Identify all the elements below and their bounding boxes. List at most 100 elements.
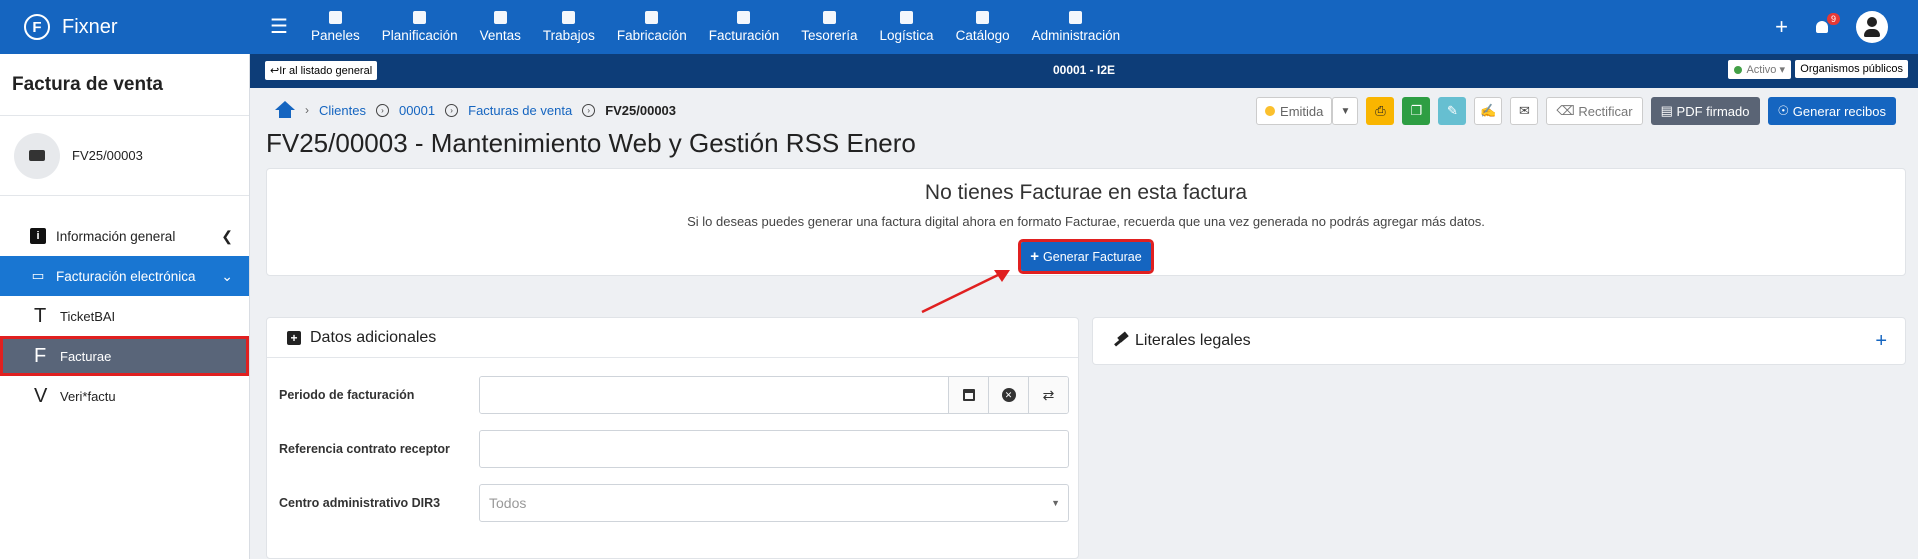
caret-down-icon: ▾ bbox=[1779, 64, 1785, 76]
calendar-icon bbox=[962, 389, 975, 401]
clear-button[interactable]: ✕ bbox=[988, 377, 1028, 413]
swap-button[interactable]: ⇄ bbox=[1028, 377, 1068, 413]
brand[interactable]: F Fixner bbox=[0, 0, 250, 54]
generar-facturae-button[interactable]: + Generar Facturae bbox=[1018, 239, 1154, 274]
organismos-publicos-button[interactable]: Organismos públicos bbox=[1795, 60, 1908, 78]
chevron-down-icon: ⌄ bbox=[221, 267, 233, 284]
envelope-icon: ✉ bbox=[1518, 103, 1530, 118]
add-literal-icon[interactable]: + bbox=[1875, 330, 1887, 353]
notification-badge: 9 bbox=[1826, 13, 1840, 25]
referencia-row: Referencia contrato receptor bbox=[279, 430, 1069, 468]
dir3-select[interactable]: Todos ▼ bbox=[479, 484, 1069, 522]
facturae-empty-card: No tienes Facturae en esta factura Si lo… bbox=[266, 168, 1906, 276]
invoice-status-button[interactable]: Emitida bbox=[1256, 97, 1333, 125]
caret-down-icon: ▼ bbox=[1051, 498, 1060, 508]
chevron-circle-icon: › bbox=[375, 103, 389, 117]
invoice-icon bbox=[737, 11, 751, 24]
rectificar-button[interactable]: ⌫ Rectificar bbox=[1546, 97, 1643, 125]
sidebar-item-facturacion-electronica[interactable]: ▭ Facturación electrónica ⌄ bbox=[0, 256, 249, 296]
chevron-circle-icon: › bbox=[582, 103, 596, 117]
annotation-arrow-icon bbox=[921, 270, 1010, 314]
nav-label: Paneles bbox=[311, 28, 360, 43]
chevron-right-icon: › bbox=[305, 103, 309, 117]
page-title: FV25/00003 - Mantenimiento Web y Gestión… bbox=[266, 128, 916, 158]
breadcrumb-facturas[interactable]: Facturas de venta bbox=[468, 103, 572, 118]
nav-item-tesoreria[interactable]: Tesorería bbox=[790, 0, 868, 54]
sidebar-subitem-verifactu[interactable]: V Veri*factu bbox=[0, 376, 249, 416]
nav-label: Facturación bbox=[708, 28, 780, 43]
print-icon: ⎙ bbox=[1375, 103, 1386, 118]
nav-item-logistica[interactable]: Logística bbox=[869, 0, 945, 54]
datos-adicionales-header[interactable]: + Datos adicionales bbox=[267, 318, 1078, 358]
folder-icon bbox=[562, 11, 576, 24]
main-nav: Paneles Planificación Ventas Trabajos Fa… bbox=[300, 0, 1131, 54]
nav-item-fabricacion[interactable]: Fabricación bbox=[606, 0, 698, 54]
nav-item-paneles[interactable]: Paneles bbox=[300, 0, 371, 54]
periodo-row: Periodo de facturación ✕ ⇄ bbox=[279, 376, 1069, 414]
nav-label: Logística bbox=[879, 28, 934, 43]
rectificar-label: Rectificar bbox=[1578, 103, 1633, 119]
sidebar-subitem-label: Veri*factu bbox=[60, 388, 116, 404]
fixner-logo-icon: F bbox=[24, 14, 50, 40]
status-caret-button[interactable]: ▼ bbox=[1332, 97, 1359, 125]
generar-facturae-label: Generar Facturae bbox=[1043, 249, 1142, 264]
nav-item-ventas[interactable]: Ventas bbox=[469, 0, 532, 54]
dir3-label: Centro administrativo DIR3 bbox=[279, 496, 441, 510]
sidebar-subitem-label: Facturae bbox=[60, 348, 112, 364]
doc-label: FV25/00003 bbox=[72, 148, 143, 163]
document-icon bbox=[14, 132, 60, 179]
referencia-label: Referencia contrato receptor bbox=[279, 442, 450, 456]
user-avatar[interactable] bbox=[1856, 11, 1888, 43]
referencia-input[interactable] bbox=[479, 430, 1069, 468]
nav-item-planificacion[interactable]: Planificación bbox=[371, 0, 469, 54]
top-bar: F Fixner ☰ Paneles Planificación Ventas … bbox=[0, 0, 1918, 54]
action-toolbar: Emitida ▼ ⎙ ❐ ✎ ✍ ✉ ⌫ Rectificar ▤ PDF f… bbox=[1256, 97, 1896, 125]
chevron-left-icon: ❮ bbox=[221, 227, 233, 244]
hamburger-menu-icon[interactable]: ☰ bbox=[270, 14, 288, 39]
email-button[interactable]: ✉ bbox=[1510, 97, 1539, 125]
datos-adicionales-card: + Datos adicionales Periodo de facturaci… bbox=[266, 317, 1079, 559]
nav-item-administracion[interactable]: Administración bbox=[1021, 0, 1132, 54]
generar-recibos-button[interactable]: ☉ Generar recibos bbox=[1767, 97, 1896, 125]
nav-label: Trabajos bbox=[542, 28, 595, 43]
breadcrumb-clientes[interactable]: Clientes bbox=[319, 103, 366, 118]
sidebar-doc: FV25/00003 bbox=[0, 116, 249, 196]
plus-icon[interactable]: + bbox=[1775, 14, 1788, 40]
copy-button[interactable]: ❐ bbox=[1402, 97, 1431, 125]
facturae-icon: F bbox=[34, 344, 47, 367]
edit-button[interactable]: ✎ bbox=[1438, 97, 1467, 125]
sidebar-subitem-ticketbai[interactable]: T TicketBAI bbox=[0, 296, 249, 336]
pdf-firmado-button[interactable]: ▤ PDF firmado bbox=[1650, 97, 1760, 125]
status-dropdown[interactable]: Activo ▾ bbox=[1728, 60, 1791, 79]
print-button[interactable]: ⎙ bbox=[1366, 97, 1395, 125]
bell-icon[interactable]: 9 bbox=[1814, 13, 1840, 35]
nav-item-catalogo[interactable]: Catálogo bbox=[945, 0, 1021, 54]
status-label: Emitida bbox=[1280, 103, 1324, 119]
pdf-label: PDF firmado bbox=[1676, 103, 1750, 119]
sidebar-list: i Información general ❮ ▭ Facturación el… bbox=[0, 196, 249, 416]
status-dot bbox=[1265, 106, 1276, 116]
literales-legales-header[interactable]: Literales legales bbox=[1093, 318, 1905, 364]
periodo-input[interactable] bbox=[480, 377, 948, 413]
sidebar-item-informacion-general[interactable]: i Información general ❮ bbox=[0, 216, 249, 256]
sidebar-subitem-facturae[interactable]: F Facturae bbox=[0, 336, 249, 376]
nav-item-facturacion[interactable]: Facturación bbox=[698, 0, 791, 54]
nav-label: Tesorería bbox=[801, 28, 858, 43]
breadcrumb-cliente[interactable]: 00001 bbox=[399, 103, 435, 118]
calendar-button[interactable] bbox=[948, 377, 988, 413]
sidebar: Factura de venta FV25/00003 i Informació… bbox=[0, 54, 250, 559]
nav-item-trabajos[interactable]: Trabajos bbox=[532, 0, 606, 54]
dir3-selected-value: Todos bbox=[489, 495, 527, 511]
home-icon[interactable] bbox=[275, 101, 295, 119]
verifactu-icon: V bbox=[34, 384, 48, 407]
literales-legales-card: Literales legales + bbox=[1092, 317, 1906, 365]
dir3-row: Centro administrativo DIR3 Todos ▼ bbox=[279, 484, 1069, 522]
chevron-circle-icon: › bbox=[445, 103, 459, 117]
breadcrumb: › Clientes › 00001 › Facturas de venta ›… bbox=[275, 101, 676, 119]
nav-label: Administración bbox=[1031, 28, 1121, 43]
plus-icon: + bbox=[1030, 248, 1040, 265]
sidebar-subitem-label: TicketBAI bbox=[60, 308, 116, 324]
facturae-empty-title: No tienes Facturae en esta factura bbox=[924, 181, 1248, 204]
gavel-icon bbox=[1113, 333, 1129, 349]
sign-button[interactable]: ✍ bbox=[1474, 97, 1503, 125]
